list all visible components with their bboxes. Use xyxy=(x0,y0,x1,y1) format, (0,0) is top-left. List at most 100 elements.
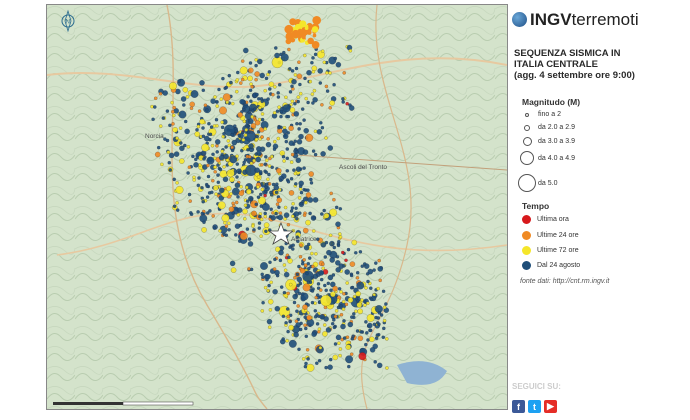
quake-dot xyxy=(243,203,248,208)
quake-dot xyxy=(179,145,185,151)
quake-dot xyxy=(254,71,260,77)
seismic-map[interactable]: Norcia Ascoli del Tronto Amatrice N xyxy=(46,4,508,410)
quake-dot xyxy=(193,162,199,168)
quake-dot xyxy=(260,309,264,313)
quake-dot xyxy=(235,175,239,179)
quake-dot xyxy=(333,314,338,319)
quake-dot xyxy=(278,178,283,182)
quake-dot xyxy=(319,121,323,125)
quake-dot xyxy=(293,211,299,217)
title-line-1: SEQUENZA SISMICA IN xyxy=(514,48,621,59)
quake-dot xyxy=(310,92,315,96)
quake-dot xyxy=(304,334,308,338)
quake-dot xyxy=(221,134,225,139)
quake-dot xyxy=(325,71,329,75)
quake-dot xyxy=(331,322,335,326)
quake-dot xyxy=(288,67,292,71)
quake-dot xyxy=(179,158,185,164)
quake-dot xyxy=(230,148,235,153)
quake-dot xyxy=(263,127,267,131)
quake-dot xyxy=(213,95,217,99)
quake-dot xyxy=(150,104,154,109)
quake-dot xyxy=(382,326,386,331)
quake-dot xyxy=(297,60,301,64)
quake-dot xyxy=(222,93,231,102)
quake-dot xyxy=(273,139,277,144)
quake-dot xyxy=(274,52,280,59)
quake-dot xyxy=(296,139,303,145)
quake-dot xyxy=(234,200,239,205)
quake-dot xyxy=(299,268,306,274)
quake-dot xyxy=(340,323,346,330)
quake-dot xyxy=(329,191,333,196)
quake-dot xyxy=(339,290,343,294)
quake-dot xyxy=(310,289,315,293)
quake-dot xyxy=(256,185,260,189)
quake-dot xyxy=(297,347,301,351)
quake-dot xyxy=(290,152,295,157)
quake-dot xyxy=(284,139,288,144)
quake-dot xyxy=(172,177,176,182)
quake-dot xyxy=(283,268,288,272)
quake-dot xyxy=(226,139,230,143)
quake-dot xyxy=(324,288,328,292)
quake-dot xyxy=(165,109,170,113)
quake-dot xyxy=(194,131,200,137)
source-link[interactable]: fonte dati: http://cnt.rm.ingv.it xyxy=(520,278,609,285)
quake-dot xyxy=(314,252,318,256)
quake-dot xyxy=(311,101,315,105)
facebook-icon[interactable]: f xyxy=(512,400,525,413)
quake-dot xyxy=(294,66,299,71)
quake-dot xyxy=(246,130,251,134)
quake-dot xyxy=(279,109,284,114)
quake-dot xyxy=(220,120,224,124)
quake-dot xyxy=(322,208,326,213)
quake-dot xyxy=(266,288,270,293)
quake-dot xyxy=(283,271,290,278)
quake-dot xyxy=(352,294,357,299)
quake-dot xyxy=(316,293,320,297)
time-item: Ultima ora xyxy=(522,215,569,224)
quake-dot xyxy=(263,193,267,198)
quake-dot xyxy=(341,300,346,304)
circle-icon xyxy=(524,124,530,131)
quake-dot xyxy=(285,38,292,45)
quake-dot xyxy=(153,105,157,109)
quake-dot xyxy=(342,71,346,75)
twitter-icon[interactable]: t xyxy=(528,400,541,413)
quake-dot xyxy=(228,206,235,212)
quake-dot xyxy=(246,148,250,152)
quake-dot xyxy=(335,267,341,273)
quake-dot xyxy=(299,243,303,247)
quake-dot xyxy=(211,152,215,156)
quake-dot xyxy=(175,201,179,205)
quake-dot xyxy=(202,157,206,161)
quake-dot xyxy=(316,282,321,286)
quake-dot xyxy=(255,92,259,97)
quake-dot xyxy=(243,217,247,221)
quake-dot xyxy=(257,221,262,225)
quake-dot xyxy=(254,137,259,141)
quake-dot xyxy=(250,123,257,129)
quake-dot xyxy=(347,297,354,303)
quake-dot xyxy=(187,165,192,169)
quake-dot xyxy=(276,91,280,95)
quake-dot xyxy=(231,187,240,196)
quake-dot xyxy=(278,211,283,215)
quake-dot xyxy=(355,291,361,297)
quake-dot xyxy=(187,192,192,197)
quake-dot xyxy=(245,123,249,128)
time-item: Ultime 72 ore xyxy=(522,246,579,255)
quake-dot xyxy=(304,361,308,366)
quake-dot xyxy=(243,133,248,137)
quake-dot xyxy=(197,109,202,113)
quake-dot xyxy=(241,138,246,142)
ingv-logo[interactable]: INGVterremoti xyxy=(512,10,639,30)
quake-dot xyxy=(219,170,228,178)
quake-dot xyxy=(286,329,290,334)
quake-dot xyxy=(293,276,297,280)
youtube-icon[interactable]: ▶ xyxy=(544,400,557,413)
quake-dot xyxy=(324,136,328,140)
quake-dot xyxy=(298,254,303,259)
quake-dot xyxy=(302,166,306,170)
